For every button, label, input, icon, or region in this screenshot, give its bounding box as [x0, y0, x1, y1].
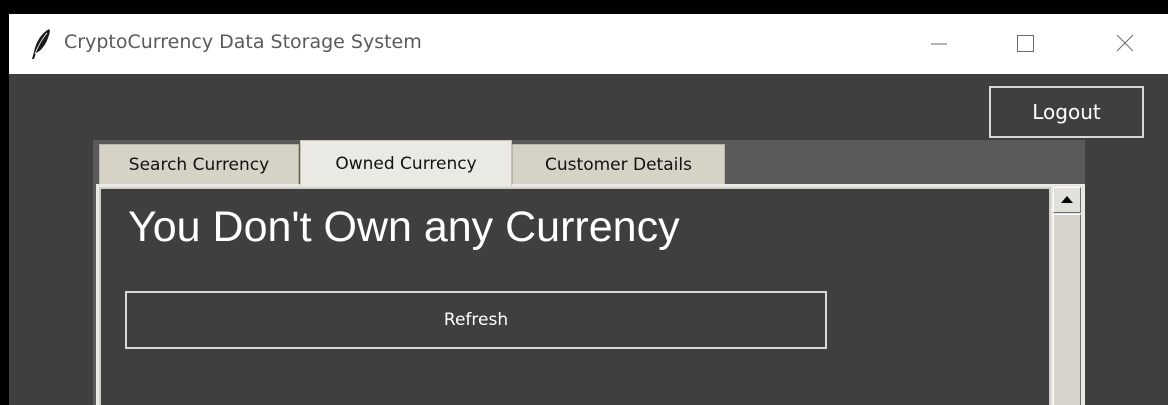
owned-currency-content: You Don't Own any Currency Refresh: [99, 187, 1051, 405]
tab-strip: Search Currency Owned Currency Customer …: [93, 140, 1085, 186]
minimize-icon: [931, 43, 947, 45]
scroll-thumb[interactable]: [1053, 214, 1081, 405]
owned-currency-panel: You Don't Own any Currency Refresh: [96, 184, 1085, 405]
close-icon: [1116, 34, 1134, 52]
refresh-button[interactable]: Refresh: [125, 291, 827, 349]
title-bar[interactable]: CryptoCurrency Data Storage System: [9, 14, 1168, 74]
scroll-up-button[interactable]: [1053, 187, 1081, 213]
tab-customer-details[interactable]: Customer Details: [512, 144, 725, 184]
tab-owned-currency[interactable]: Owned Currency: [300, 140, 512, 186]
tab-notebook: Search Currency Owned Currency Customer …: [93, 140, 1085, 405]
no-currency-heading: You Don't Own any Currency: [128, 203, 680, 251]
close-button[interactable]: [1095, 14, 1155, 74]
window-title: CryptoCurrency Data Storage System: [64, 31, 422, 53]
vertical-scrollbar[interactable]: [1053, 187, 1081, 405]
tab-search-currency[interactable]: Search Currency: [99, 144, 299, 184]
minimize-button[interactable]: [909, 14, 969, 74]
client-area: Logout Search Currency Owned Currency Cu…: [9, 74, 1168, 405]
app-window: CryptoCurrency Data Storage System Logou…: [9, 14, 1168, 405]
screen-frame: CryptoCurrency Data Storage System Logou…: [0, 0, 1168, 405]
logout-button[interactable]: Logout: [989, 86, 1144, 138]
feather-icon: [29, 28, 53, 60]
maximize-button[interactable]: [995, 14, 1055, 74]
triangle-up-icon: [1061, 196, 1073, 203]
maximize-icon: [1017, 35, 1034, 52]
